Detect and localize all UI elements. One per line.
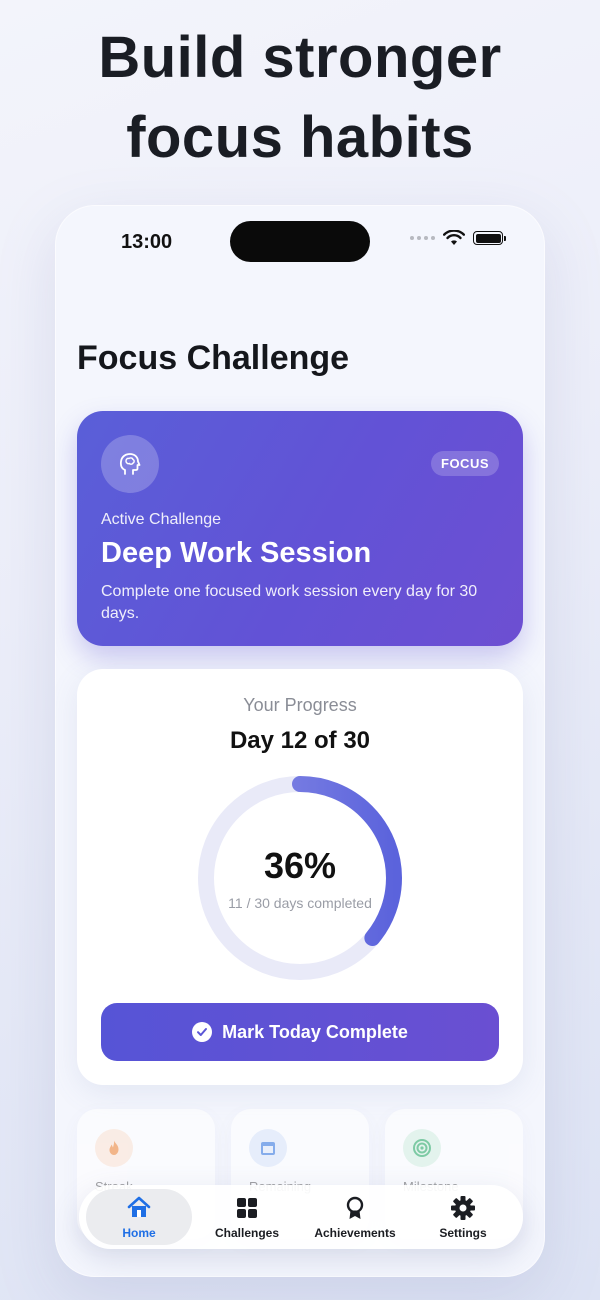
flame-icon bbox=[95, 1129, 133, 1167]
mark-today-complete-button[interactable]: Mark Today Complete bbox=[101, 1003, 499, 1061]
progress-card: Your Progress Day 12 of 30 36% 11 / 30 d… bbox=[77, 669, 523, 1085]
tab-challenges[interactable]: Challenges bbox=[194, 1189, 300, 1245]
progress-label: Your Progress bbox=[243, 695, 357, 715]
tab-settings[interactable]: Settings bbox=[410, 1189, 516, 1245]
status-icons bbox=[410, 230, 506, 246]
grid-icon bbox=[237, 1198, 257, 1218]
signal-icon bbox=[410, 236, 435, 240]
headline: Build stronger focus habits bbox=[0, 18, 600, 178]
active-challenge-card[interactable]: FOCUS Active Challenge Deep Work Session… bbox=[77, 411, 523, 646]
mark-today-complete-label: Mark Today Complete bbox=[222, 1021, 408, 1042]
tab-bar: Home Challenges Achievements Settings bbox=[79, 1185, 523, 1249]
page-title: Focus Challenge bbox=[77, 339, 350, 377]
award-icon bbox=[346, 1196, 364, 1219]
calendar-icon bbox=[249, 1129, 287, 1167]
challenge-tag-badge: FOCUS bbox=[431, 451, 499, 476]
progress-percent: 36% bbox=[263, 845, 337, 886]
headline-line-1: Build stronger bbox=[98, 25, 502, 90]
wifi-icon bbox=[443, 230, 465, 245]
phone-frame: 13:00 Focus Challenge FOCUS Active Chall… bbox=[55, 205, 545, 1277]
tab-home-label: Home bbox=[122, 1226, 156, 1240]
dynamic-island bbox=[230, 221, 370, 262]
tab-achievements-label: Achievements bbox=[314, 1226, 396, 1240]
challenge-title: Deep Work Session bbox=[101, 537, 372, 569]
target-icon bbox=[403, 1129, 441, 1167]
progress-day: Day 12 of 30 bbox=[229, 727, 371, 754]
gear-icon bbox=[451, 1196, 475, 1220]
tab-achievements[interactable]: Achievements bbox=[302, 1189, 408, 1245]
checkmark-icon bbox=[192, 1022, 213, 1042]
tab-challenges-label: Challenges bbox=[214, 1226, 280, 1240]
challenge-kicker: Active Challenge bbox=[101, 511, 222, 528]
battery-icon bbox=[473, 231, 506, 245]
tab-settings-label: Settings bbox=[439, 1226, 487, 1240]
challenge-description: Complete one focused work session every … bbox=[101, 583, 478, 622]
home-icon bbox=[127, 1196, 151, 1217]
brain-icon bbox=[101, 435, 159, 493]
progress-completed: 11 / 30 days completed bbox=[228, 895, 372, 911]
status-time: 13:00 bbox=[121, 231, 173, 253]
tab-home[interactable]: Home bbox=[86, 1189, 192, 1245]
headline-line-2: focus habits bbox=[126, 105, 474, 170]
progress-ring: 36% 11 / 30 days completed bbox=[195, 773, 405, 983]
